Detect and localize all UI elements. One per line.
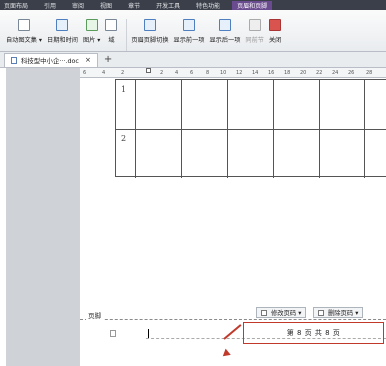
table-row-number: 2 [121, 134, 127, 143]
document-icon [18, 19, 30, 31]
show-next-button[interactable]: 显示后一项 [209, 19, 240, 44]
indent-marker[interactable] [146, 68, 151, 73]
previous-icon [183, 19, 195, 31]
table-column-divider [227, 80, 228, 178]
delete-icon [318, 309, 324, 316]
ruler-tick: 6 [83, 70, 87, 76]
edit-icon [261, 309, 267, 316]
ruler-tick: 20 [300, 70, 307, 76]
field-icon [105, 19, 118, 31]
field-button[interactable]: 域 [105, 19, 118, 44]
calendar-icon [56, 19, 69, 31]
header-footer-switch-button[interactable]: 页眉页脚切换 [131, 19, 169, 44]
ruler-tick: 24 [332, 70, 339, 76]
ruler-tick: 2 [121, 70, 125, 76]
ribbon-toolbar: 自动图文集 ▾ 日期和时间 图片 ▾ 域 页眉页脚切换 显示前一项 显示后一项 … [0, 10, 386, 52]
menu-review[interactable]: 审阅 [68, 1, 96, 10]
ruler-tick: 14 [252, 70, 259, 76]
close-icon [269, 19, 282, 31]
ruler-tick: 6 [190, 70, 194, 76]
delete-page-number-button[interactable]: 删除页码 ▾ [313, 307, 364, 318]
picture-icon [85, 19, 98, 31]
table-row-number: 1 [121, 85, 127, 94]
link-to-previous-button[interactable]: 同前节 [245, 19, 264, 44]
ruler-tick: 16 [268, 70, 275, 76]
ruler-tick: 18 [284, 70, 291, 76]
menu-bar: 页面布局 引用 审阅 视图 章节 开发工具 特色功能 页眉和页脚 [0, 0, 386, 10]
document-tab-title: 科技型中小企···.doc [21, 56, 79, 65]
ruler-tick: 28 [366, 70, 373, 76]
left-panel-edge [0, 68, 6, 366]
table-column-divider [273, 80, 274, 178]
footer-label: 页脚 [86, 310, 103, 320]
switch-icon [143, 19, 156, 31]
next-icon [218, 19, 231, 31]
horizontal-ruler[interactable]: 6 4 2 2 4 6 8 10 12 14 16 18 20 22 24 26… [80, 68, 386, 78]
doc-file-icon [11, 56, 17, 64]
picture-button[interactable]: 图片 ▾ [83, 19, 100, 44]
left-gutter [0, 68, 80, 366]
document-table[interactable] [115, 79, 386, 178]
document-tab-bar: 科技型中小企···.doc × + [0, 52, 386, 68]
menu-view[interactable]: 视图 [96, 1, 124, 10]
page-number-field[interactable]: 第 8 页 共 8 页 [243, 322, 384, 344]
ruler-tick: 4 [175, 70, 179, 76]
footer-boundary [80, 319, 386, 320]
ruler-tick: 8 [206, 70, 210, 76]
menu-references[interactable]: 引用 [40, 1, 68, 10]
paragraph-icon[interactable] [110, 330, 116, 337]
table-column-divider [319, 80, 320, 178]
table-column-divider [181, 80, 182, 178]
auto-text-button[interactable]: 自动图文集 ▾ [6, 19, 42, 44]
ruler-tick: 2 [160, 70, 164, 76]
page-number-text: 第 8 页 共 8 页 [286, 329, 341, 337]
date-time-button[interactable]: 日期和时间 [47, 19, 78, 44]
table-column-divider [364, 80, 365, 178]
table-row-divider [116, 129, 386, 130]
menu-header-footer[interactable]: 页眉和页脚 [232, 0, 273, 10]
ruler-tick: 22 [316, 70, 323, 76]
ruler-tick: 4 [102, 70, 106, 76]
new-tab-icon[interactable]: + [104, 54, 112, 65]
show-previous-button[interactable]: 显示前一项 [174, 19, 204, 44]
close-button[interactable]: 关闭 [269, 19, 281, 44]
menu-developer[interactable]: 开发工具 [152, 1, 192, 10]
ruler-tick: 10 [220, 70, 227, 76]
table-column-divider [135, 80, 136, 178]
ribbon-divider [126, 19, 128, 51]
menu-page-layout[interactable]: 页面布局 [0, 1, 40, 10]
ruler-tick: 12 [236, 70, 243, 76]
menu-section[interactable]: 章节 [124, 1, 152, 10]
ruler-tick: 26 [348, 70, 355, 76]
link-icon [248, 19, 261, 31]
close-tab-icon[interactable]: × [85, 56, 91, 64]
document-tab[interactable]: 科技型中小企···.doc × [4, 52, 98, 67]
menu-features[interactable]: 特色功能 [192, 1, 232, 10]
edit-page-number-button[interactable]: 修改页码 ▾ [256, 307, 307, 318]
